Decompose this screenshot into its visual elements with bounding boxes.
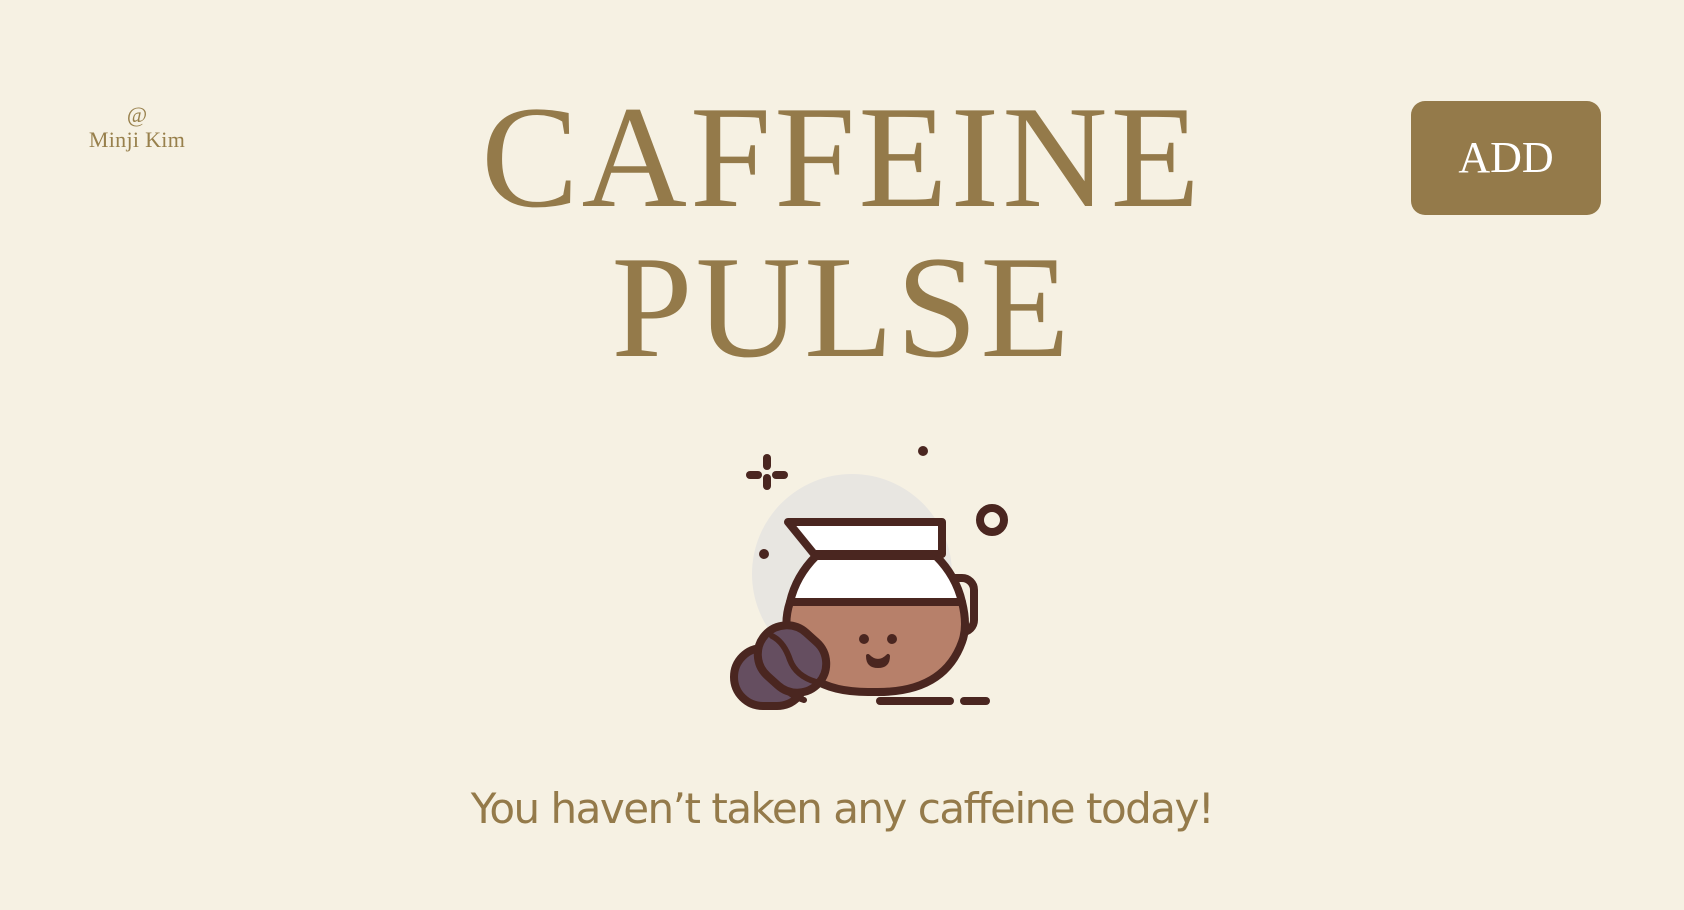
add-button[interactable]: ADD: [1411, 101, 1601, 215]
dot-icon: [918, 446, 928, 456]
dot-icon: [759, 549, 769, 559]
coffee-pot-with-beans-icon: [730, 446, 1008, 710]
pot-top: [786, 552, 966, 606]
status-message: You haven’t taken any caffeine today!: [470, 784, 1215, 833]
face-eye-right: [887, 634, 897, 644]
ring-icon: [976, 504, 1008, 536]
face-eye-left: [859, 634, 869, 644]
app-title-line-2: PULSE: [611, 226, 1073, 388]
pot-lid: [784, 518, 946, 558]
sparkle-icon: [746, 454, 788, 490]
